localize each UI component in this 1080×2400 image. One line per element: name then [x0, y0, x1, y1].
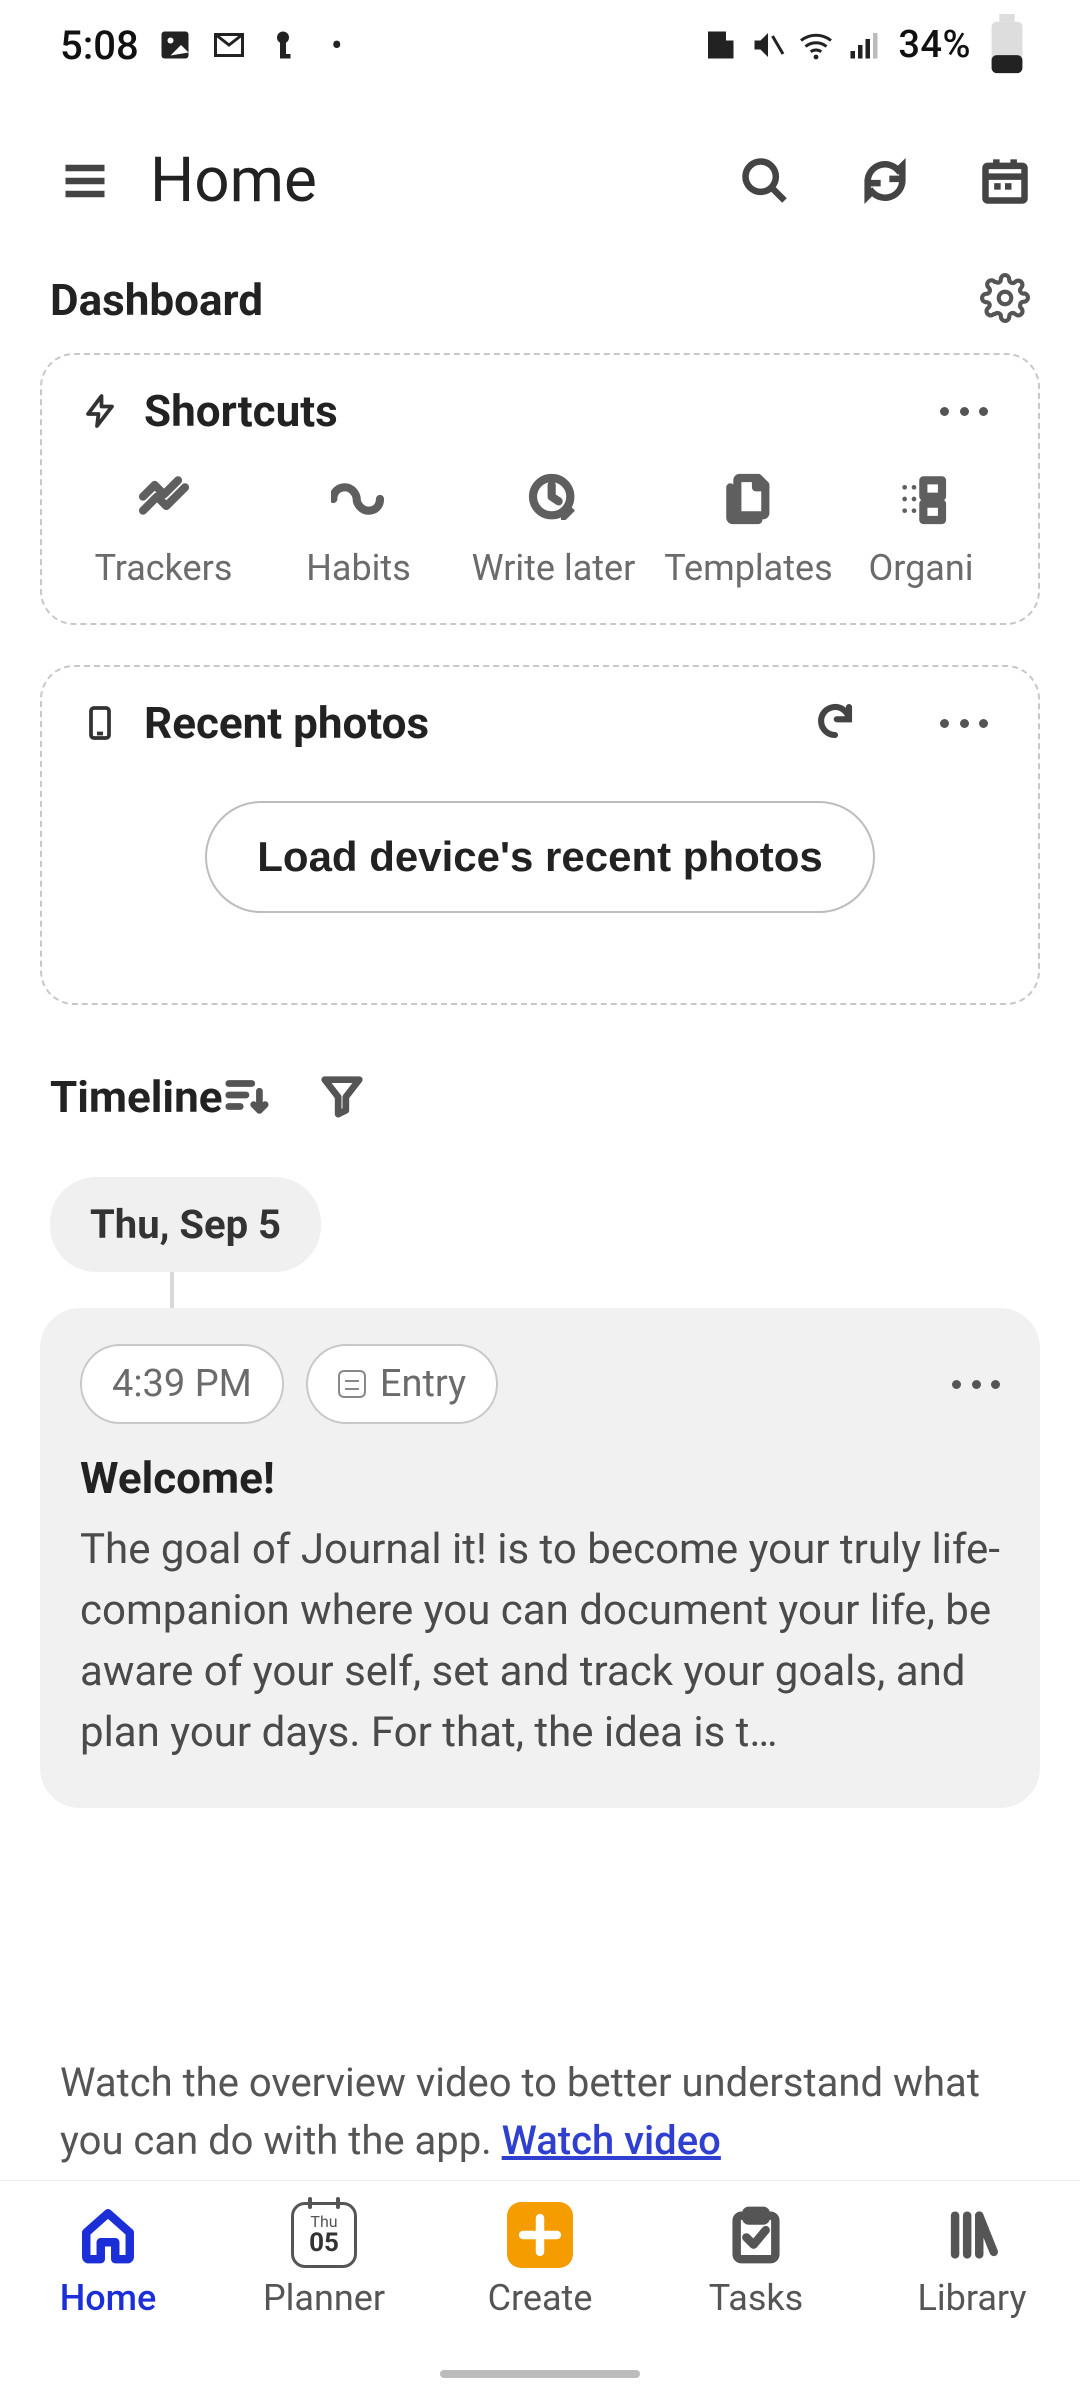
entry-type-icon [338, 1370, 366, 1398]
calendar-icon[interactable] [970, 146, 1040, 216]
nav-library[interactable]: Library [864, 2203, 1080, 2319]
trackers-icon [136, 469, 192, 529]
mute-icon [750, 27, 786, 63]
shortcut-habits[interactable]: Habits [261, 459, 456, 589]
write-later-icon [526, 469, 582, 529]
battery-icon [989, 27, 1025, 63]
gmail-icon [211, 27, 247, 63]
hamburger-menu-icon[interactable] [50, 146, 120, 216]
timeline-header: Timeline [0, 1045, 1080, 1145]
templates-icon [721, 469, 777, 529]
planner-icon: Thu05 [291, 2203, 357, 2267]
timeline-date-chip[interactable]: Thu, Sep 5 [50, 1177, 321, 1272]
nav-create[interactable]: Create [432, 2203, 648, 2319]
app-bar: Home [0, 120, 1080, 237]
create-icon [507, 2203, 573, 2267]
timeline-title: Timeline [50, 1071, 223, 1123]
settings-icon[interactable] [980, 273, 1030, 327]
filter-icon[interactable] [319, 1072, 365, 1122]
entry-time-tag: 4:39 PM [80, 1344, 284, 1424]
sort-icon[interactable] [223, 1072, 269, 1122]
organize-icon [893, 469, 949, 529]
shortcut-label: Trackers [95, 547, 233, 589]
nav-label: Home [60, 2277, 157, 2319]
signal-icon [846, 27, 882, 63]
key-icon [265, 27, 301, 63]
shortcut-trackers[interactable]: Trackers [66, 459, 261, 589]
building-icon [702, 27, 738, 63]
nav-label: Library [918, 2277, 1027, 2319]
dot-icon: • [319, 27, 355, 63]
dashboard-header: Dashboard [0, 237, 1080, 353]
status-bar: 5:08 • 34% [0, 0, 1080, 90]
shortcut-label: Templates [664, 547, 832, 589]
watch-video-link[interactable]: Watch video [502, 2117, 721, 2164]
load-photos-button[interactable]: Load device's recent photos [205, 801, 874, 913]
more-icon[interactable] [940, 407, 988, 416]
search-icon[interactable] [730, 146, 800, 216]
shortcut-label: Write later [472, 547, 636, 589]
nav-home[interactable]: Home [0, 2203, 216, 2319]
nav-label: Create [488, 2277, 593, 2319]
status-time: 5:08 [60, 22, 139, 69]
shortcuts-card: Shortcuts Trackers Habits Write later Te… [40, 353, 1040, 625]
bottom-nav: Home Thu05 Planner Create Tasks Library [0, 2180, 1080, 2400]
nav-tasks[interactable]: Tasks [648, 2203, 864, 2319]
entry-more-icon[interactable] [952, 1380, 1000, 1389]
dashboard-title: Dashboard [50, 274, 263, 326]
refresh-icon[interactable] [814, 700, 856, 746]
battery-percent: 34% [898, 23, 971, 67]
shortcut-templates[interactable]: Templates [651, 459, 846, 589]
shortcut-write-later[interactable]: Write later [456, 459, 651, 589]
entry-type-tag: Entry [306, 1344, 498, 1424]
more-icon[interactable] [940, 719, 988, 728]
recent-photos-title: Recent photos [144, 697, 429, 749]
shortcuts-title: Shortcuts [144, 385, 338, 437]
home-icon [79, 2203, 137, 2267]
nav-planner[interactable]: Thu05 Planner [216, 2203, 432, 2319]
library-icon [943, 2203, 1001, 2267]
tasks-icon [727, 2203, 785, 2267]
shortcut-label: Organi [868, 547, 973, 589]
page-title: Home [150, 144, 317, 217]
entry-title: Welcome! [80, 1452, 1000, 1504]
nav-label: Tasks [709, 2277, 803, 2319]
habits-icon [331, 469, 387, 529]
timeline-connector [170, 1272, 174, 1308]
gesture-handle [440, 2370, 640, 2378]
entry-card[interactable]: 4:39 PM Entry Welcome! The goal of Journ… [40, 1308, 1040, 1808]
shortcut-label: Habits [306, 547, 411, 589]
recent-photos-card: Recent photos Load device's recent photo… [40, 665, 1040, 1005]
entry-body: The goal of Journal it! is to become you… [80, 1520, 1000, 1764]
nav-label: Planner [263, 2277, 385, 2319]
image-icon [157, 27, 193, 63]
overview-text: Watch the overview video to better under… [0, 2054, 1080, 2170]
shortcuts-row: Trackers Habits Write later Templates Or… [42, 459, 1038, 589]
sync-icon[interactable] [850, 146, 920, 216]
lightning-icon [82, 393, 118, 429]
wifi-icon [798, 27, 834, 63]
phone-icon [82, 705, 118, 741]
shortcut-organize[interactable]: Organi [846, 459, 996, 589]
